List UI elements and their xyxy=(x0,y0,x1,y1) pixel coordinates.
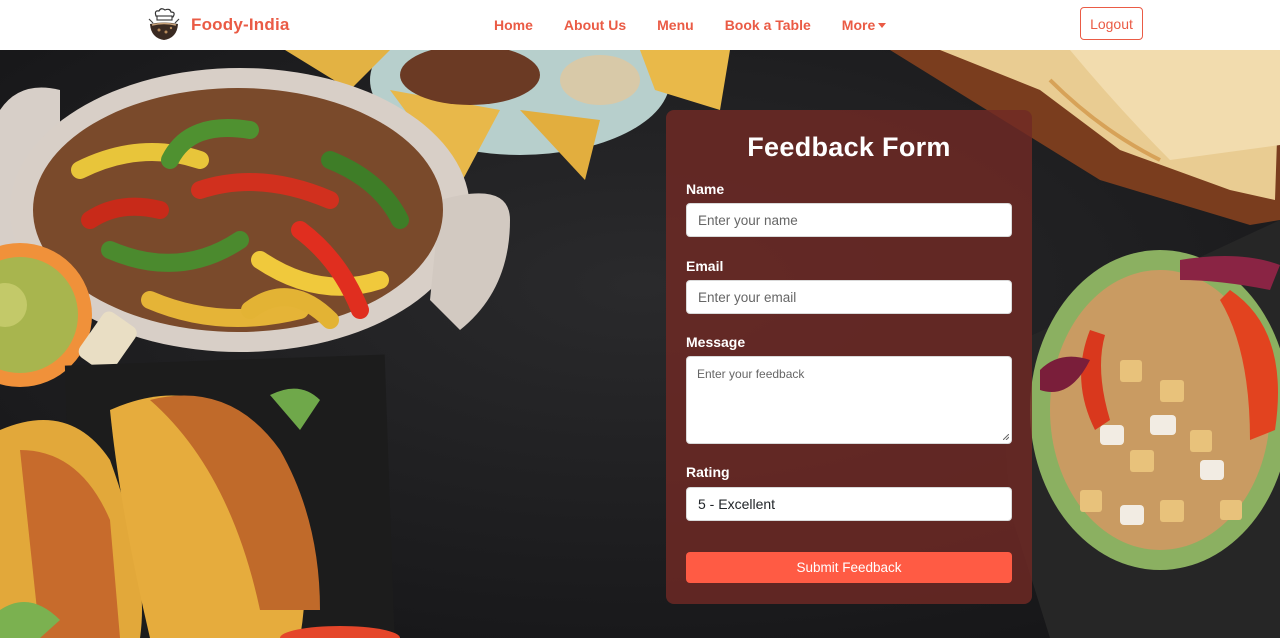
brand[interactable]: Foody-India xyxy=(146,3,290,47)
rating-label: Rating xyxy=(686,464,730,480)
nav-links: Home About Us Menu Book a Table More xyxy=(494,0,887,50)
textarea-resize-grip-icon[interactable] xyxy=(1003,434,1009,440)
caret-down-icon xyxy=(878,23,887,28)
nav-more-label: More xyxy=(841,17,876,33)
message-textarea[interactable] xyxy=(686,356,1012,444)
message-label: Message xyxy=(686,334,746,350)
nav-book-a-table[interactable]: Book a Table xyxy=(725,17,811,33)
nav-more-dropdown[interactable]: More xyxy=(841,17,887,33)
rating-select[interactable]: 5 - Excellent xyxy=(686,487,1012,521)
nav-menu[interactable]: Menu xyxy=(657,17,694,33)
feedback-form: Feedback Form Name Email Message Rating … xyxy=(666,110,1032,604)
name-label: Name xyxy=(686,181,725,197)
brand-name: Foody-India xyxy=(191,15,290,34)
nav-about-us[interactable]: About Us xyxy=(564,17,626,33)
email-label: Email xyxy=(686,258,724,274)
form-title: Feedback Form xyxy=(747,132,951,162)
email-input[interactable] xyxy=(686,280,1012,314)
name-input[interactable] xyxy=(686,203,1012,237)
submit-feedback-button[interactable]: Submit Feedback xyxy=(686,552,1012,583)
chef-hat-logo-icon xyxy=(148,8,180,40)
logout-button[interactable]: Logout xyxy=(1080,7,1143,40)
nav-home[interactable]: Home xyxy=(494,17,533,33)
food-background-image xyxy=(0,50,1280,638)
navbar: Foody-India Home About Us Menu Book a Ta… xyxy=(0,0,1280,50)
